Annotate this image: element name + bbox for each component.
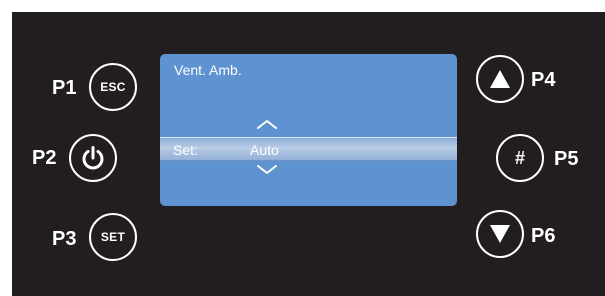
power-button[interactable] <box>69 134 117 182</box>
p2-label: P2 <box>32 147 57 169</box>
p1-label: P1 <box>52 77 77 99</box>
esc-button[interactable]: ESC <box>89 63 137 111</box>
lcd-screen: Vent. Amb. Set: Auto <box>160 54 457 206</box>
chevron-down-icon[interactable] <box>256 164 278 176</box>
hash-icon: # <box>514 147 525 168</box>
power-icon <box>82 146 104 170</box>
screen-title: Vent. Amb. <box>174 62 242 78</box>
down-button[interactable] <box>476 210 524 258</box>
set-text-icon: SET <box>100 230 126 244</box>
triangle-up-icon <box>490 70 510 88</box>
hash-button[interactable]: # <box>496 134 544 182</box>
setting-value: Auto <box>250 142 279 158</box>
p6-label: P6 <box>531 225 556 247</box>
setting-label: Set: <box>173 142 198 158</box>
chevron-up-icon[interactable] <box>256 118 278 130</box>
esc-text-icon: ESC <box>100 80 126 94</box>
selected-row[interactable]: Set: Auto <box>160 137 457 161</box>
set-button[interactable]: SET <box>89 213 137 261</box>
triangle-down-icon <box>490 225 510 243</box>
controller-panel: P1 ESC P2 P3 SET Vent. Amb. Set: Auto P4 <box>0 0 605 296</box>
p4-label: P4 <box>531 69 556 91</box>
p3-label: P3 <box>52 228 77 250</box>
p5-label: P5 <box>554 148 579 170</box>
up-button[interactable] <box>476 55 524 103</box>
